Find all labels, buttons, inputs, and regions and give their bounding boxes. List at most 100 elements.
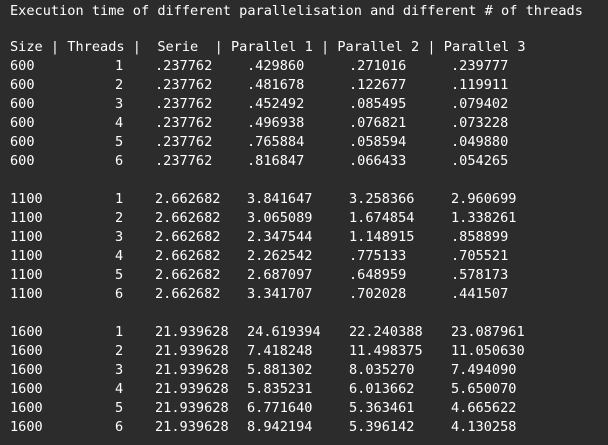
cell-threads: 4 [115, 381, 124, 397]
cell-size: 1600 [10, 400, 43, 416]
cell-size: 1600 [10, 324, 43, 340]
cell-parallel-3: 7.494090 [451, 362, 517, 378]
cell-threads: 2 [115, 210, 124, 226]
cell-parallel-1: 3.341707 [247, 286, 313, 302]
cell-serie: .237762 [155, 153, 213, 169]
cell-size: 600 [10, 58, 35, 74]
cell-threads: 6 [115, 419, 124, 435]
cell-parallel-3: .578173 [451, 267, 509, 283]
cell-parallel-2: 11.498375 [349, 343, 423, 359]
cell-parallel-2: 22.240388 [349, 324, 423, 340]
cell-size: 600 [10, 115, 35, 131]
cell-serie: 2.662682 [155, 267, 221, 283]
cell-serie: 21.939628 [155, 381, 229, 397]
cell-parallel-1: 5.835231 [247, 381, 313, 397]
cell-parallel-2: .775133 [349, 248, 407, 264]
cell-parallel-1: 3.065089 [247, 210, 313, 226]
cell-serie: 21.939628 [155, 400, 229, 416]
cell-size: 1100 [10, 248, 43, 264]
cell-serie: 21.939628 [155, 362, 229, 378]
table-row: 600 4 .237762 .496938 .076821 .073228 [10, 114, 590, 133]
cell-parallel-1: 3.841647 [247, 191, 313, 207]
table-row: 600 5 .237762 .765884 .058594 .049880 [10, 133, 590, 152]
cell-serie: 2.662682 [155, 248, 221, 264]
cell-parallel-1: 5.881302 [247, 362, 313, 378]
cell-parallel-2: 1.148915 [349, 229, 415, 245]
cell-parallel-2: 8.035270 [349, 362, 415, 378]
cell-parallel-3: .705521 [451, 248, 509, 264]
cell-serie: .237762 [155, 77, 213, 93]
cell-threads: 1 [115, 58, 124, 74]
cell-threads: 4 [115, 248, 124, 264]
cell-parallel-1: 24.619394 [247, 324, 321, 340]
cell-threads: 3 [115, 362, 124, 378]
table-row: 600 1 .237762 .429860 .271016 .239777 [10, 57, 590, 76]
cell-size: 1600 [10, 362, 43, 378]
table-header: Size | Threads | Serie | Parallel 1 | Pa… [10, 39, 526, 55]
cell-parallel-2: 5.396142 [349, 419, 415, 435]
cell-parallel-3: .054265 [451, 153, 509, 169]
table-row: 1600 5 21.939628 6.771640 5.363461 4.665622 [10, 399, 590, 418]
cell-parallel-3: .239777 [451, 58, 509, 74]
cell-serie: .237762 [155, 115, 213, 131]
table-row: 600 6 .237762 .816847 .066433 .054265 [10, 152, 590, 171]
table-row: 1100 1 2.662682 3.841647 3.258366 2.960699 [10, 190, 590, 209]
cell-parallel-1: 2.262542 [247, 248, 313, 264]
cell-parallel-3: .119911 [451, 77, 509, 93]
cell-threads: 5 [115, 267, 124, 283]
cell-size: 600 [10, 96, 35, 112]
cell-size: 600 [10, 134, 35, 150]
cell-parallel-2: .122677 [349, 77, 407, 93]
output-title: Execution time of different parallelisat… [10, 3, 583, 19]
cell-parallel-2: .076821 [349, 115, 407, 131]
cell-parallel-1: .765884 [247, 134, 305, 150]
table-row: 1600 4 21.939628 5.835231 6.013662 5.650070 [10, 380, 590, 399]
cell-parallel-3: 4.665622 [451, 400, 517, 416]
cell-parallel-3: .079402 [451, 96, 509, 112]
cell-parallel-2: .648959 [349, 267, 407, 283]
table-row: 600 2 .237762 .481678 .122677 .119911 [10, 76, 590, 95]
cell-parallel-3: 4.130258 [451, 419, 517, 435]
cell-parallel-1: .452492 [247, 96, 305, 112]
table-row: 1600 2 21.939628 7.418248 11.498375 11.050630 [10, 342, 590, 361]
cell-parallel-1: 2.347544 [247, 229, 313, 245]
cell-threads: 2 [115, 77, 124, 93]
cell-parallel-3: 23.087961 [451, 324, 525, 340]
cell-size: 600 [10, 153, 35, 169]
cell-parallel-3: .073228 [451, 115, 509, 131]
cell-threads: 5 [115, 134, 124, 150]
cell-parallel-1: .429860 [247, 58, 305, 74]
cell-threads: 4 [115, 115, 124, 131]
cell-parallel-2: 6.013662 [349, 381, 415, 397]
cell-threads: 5 [115, 400, 124, 416]
table-row: 1100 3 2.662682 2.347544 1.148915 .858899 [10, 228, 590, 247]
cell-serie: 21.939628 [155, 343, 229, 359]
cell-size: 1600 [10, 343, 43, 359]
table-row: 1600 3 21.939628 5.881302 8.035270 7.494090 [10, 361, 590, 380]
table-row: 1100 5 2.662682 2.687097 .648959 .578173 [10, 266, 590, 285]
cell-size: 1100 [10, 210, 43, 226]
table-row: 1100 2 2.662682 3.065089 1.674854 1.338261 [10, 209, 590, 228]
cell-parallel-2: .058594 [349, 134, 407, 150]
cell-size: 1100 [10, 191, 43, 207]
table-row: 600 3 .237762 .452492 .085495 .079402 [10, 95, 590, 114]
cell-size: 600 [10, 77, 35, 93]
cell-parallel-1: .816847 [247, 153, 305, 169]
cell-size: 1100 [10, 286, 43, 302]
cell-parallel-3: .858899 [451, 229, 509, 245]
cell-serie: 21.939628 [155, 419, 229, 435]
table-row: 1600 1 21.939628 24.619394 22.240388 23.08796… [10, 323, 590, 342]
cell-parallel-1: .496938 [247, 115, 305, 131]
cell-serie: 21.939628 [155, 324, 229, 340]
cell-parallel-3: .049880 [451, 134, 509, 150]
cell-parallel-3: 1.338261 [451, 210, 517, 226]
table-row: 1100 4 2.662682 2.262542 .775133 .705521 [10, 247, 590, 266]
cell-serie: 2.662682 [155, 210, 221, 226]
cell-parallel-1: 6.771640 [247, 400, 313, 416]
cell-parallel-3: .441507 [451, 286, 509, 302]
cell-size: 1100 [10, 229, 43, 245]
cell-parallel-2: .085495 [349, 96, 407, 112]
cell-serie: .237762 [155, 58, 213, 74]
cell-size: 1600 [10, 381, 43, 397]
table-row: 1100 6 2.662682 3.341707 .702028 .441507 [10, 285, 590, 304]
